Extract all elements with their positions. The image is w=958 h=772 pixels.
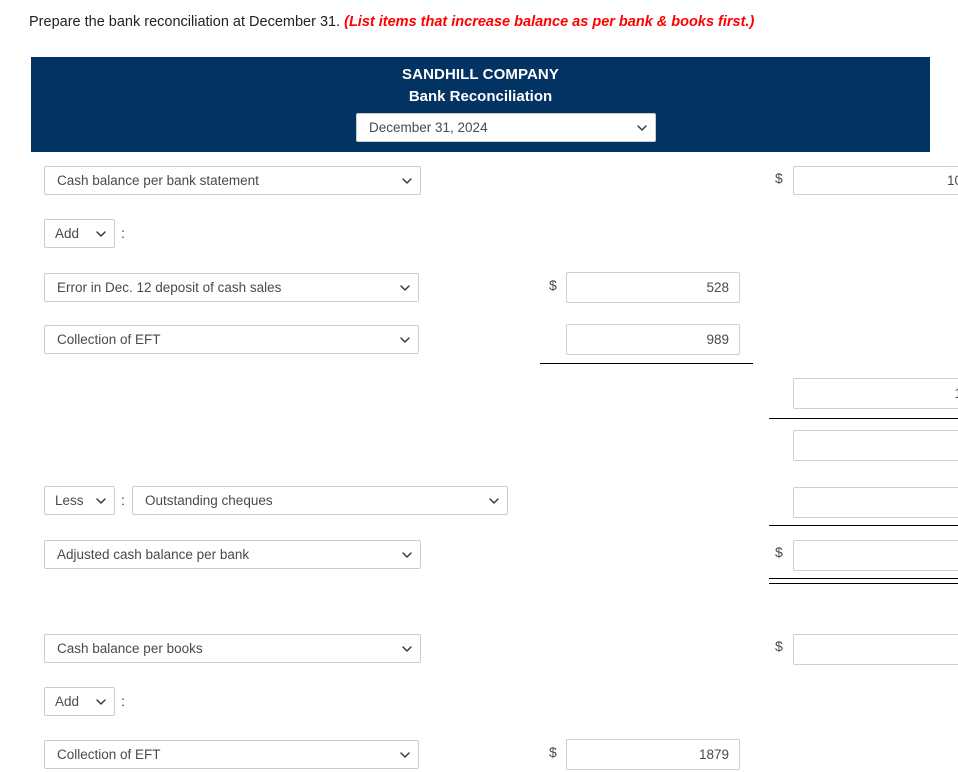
chevron-down-icon bbox=[489, 496, 499, 506]
currency-symbol: $ bbox=[549, 744, 557, 760]
bank-add-item-2-input[interactable]: 989 bbox=[566, 324, 740, 355]
currency-symbol: $ bbox=[775, 170, 783, 186]
chevron-down-icon bbox=[402, 644, 412, 654]
chevron-down-icon bbox=[402, 176, 412, 186]
bank-total-input[interactable] bbox=[793, 430, 958, 461]
bank-add-operator-value: Add bbox=[55, 226, 80, 241]
instruction-hint: (List items that increase balance as per… bbox=[344, 14, 755, 30]
chevron-down-icon bbox=[400, 750, 410, 760]
bank-less-item-select[interactable]: Outstanding cheques bbox=[132, 486, 508, 515]
bank-balance-label-value: Cash balance per bank statement bbox=[57, 173, 259, 188]
bank-add-item-1-label: Error in Dec. 12 deposit of cash sales bbox=[57, 280, 282, 295]
chevron-down-icon bbox=[400, 283, 410, 293]
books-balance-label-select[interactable]: Cash balance per books bbox=[44, 634, 421, 663]
bank-less-item-label: Outstanding cheques bbox=[145, 493, 273, 508]
adjusted-bank-total-rule bbox=[769, 578, 958, 584]
books-balance-label-value: Cash balance per books bbox=[57, 641, 203, 656]
instruction-text: Prepare the bank reconciliation at Decem… bbox=[29, 14, 341, 30]
bank-add-item-1-input[interactable]: 528 bbox=[566, 272, 740, 303]
chevron-down-icon bbox=[400, 335, 410, 345]
books-add-colon: : bbox=[121, 693, 125, 709]
chevron-down-icon bbox=[402, 550, 412, 560]
bank-less-rule bbox=[769, 525, 958, 526]
bank-less-colon: : bbox=[121, 492, 125, 508]
currency-symbol: $ bbox=[549, 277, 557, 293]
form-header: SANDHILL COMPANY Bank Reconciliation Dec… bbox=[31, 57, 930, 152]
currency-symbol: $ bbox=[775, 544, 783, 560]
bank-reconciliation-form: SANDHILL COMPANY Bank Reconciliation Dec… bbox=[31, 57, 958, 772]
bank-less-operator-value: Less bbox=[55, 493, 84, 508]
bank-balance-label-select[interactable]: Cash balance per bank statement bbox=[44, 166, 421, 195]
books-add-item-1-select[interactable]: Collection of EFT bbox=[44, 740, 419, 769]
currency-symbol: $ bbox=[775, 638, 783, 654]
bank-add-item-2-label: Collection of EFT bbox=[57, 332, 161, 347]
books-add-operator-select[interactable]: Add bbox=[44, 687, 115, 716]
report-title: Bank Reconciliation bbox=[408, 88, 553, 105]
bank-add-colon: : bbox=[121, 225, 125, 241]
chevron-down-icon bbox=[96, 229, 106, 239]
bank-add-item-2-select[interactable]: Collection of EFT bbox=[44, 325, 419, 354]
bank-balance-input[interactable]: 10 bbox=[793, 166, 958, 195]
books-add-operator-value: Add bbox=[55, 694, 80, 709]
statement-date-select[interactable]: December 31, 2024 bbox=[356, 113, 656, 142]
chevron-down-icon bbox=[637, 123, 647, 133]
chevron-down-icon bbox=[96, 697, 106, 707]
bank-subtotal-rule bbox=[769, 418, 958, 419]
adjusted-bank-balance-select[interactable]: Adjusted cash balance per bank bbox=[44, 540, 421, 569]
chevron-down-icon bbox=[96, 496, 106, 506]
statement-date-value: December 31, 2024 bbox=[369, 120, 488, 135]
adjusted-bank-balance-label: Adjusted cash balance per bank bbox=[57, 547, 250, 562]
books-balance-input[interactable] bbox=[793, 634, 958, 665]
task-instruction: Prepare the bank reconciliation at Decem… bbox=[29, 12, 754, 32]
books-add-item-1-input[interactable]: 1879 bbox=[566, 739, 740, 770]
bank-add-item-1-select[interactable]: Error in Dec. 12 deposit of cash sales bbox=[44, 273, 419, 302]
bank-additions-subtotal-rule bbox=[540, 363, 753, 364]
adjusted-bank-balance-input[interactable] bbox=[793, 540, 958, 571]
books-add-item-1-label: Collection of EFT bbox=[57, 747, 161, 762]
company-name: SANDHILL COMPANY bbox=[402, 66, 559, 83]
bank-less-item-input[interactable] bbox=[793, 487, 958, 518]
bank-add-operator-select[interactable]: Add bbox=[44, 219, 115, 248]
bank-less-operator-select[interactable]: Less bbox=[44, 486, 115, 515]
bank-additions-subtotal-input[interactable]: 1 bbox=[793, 378, 958, 409]
